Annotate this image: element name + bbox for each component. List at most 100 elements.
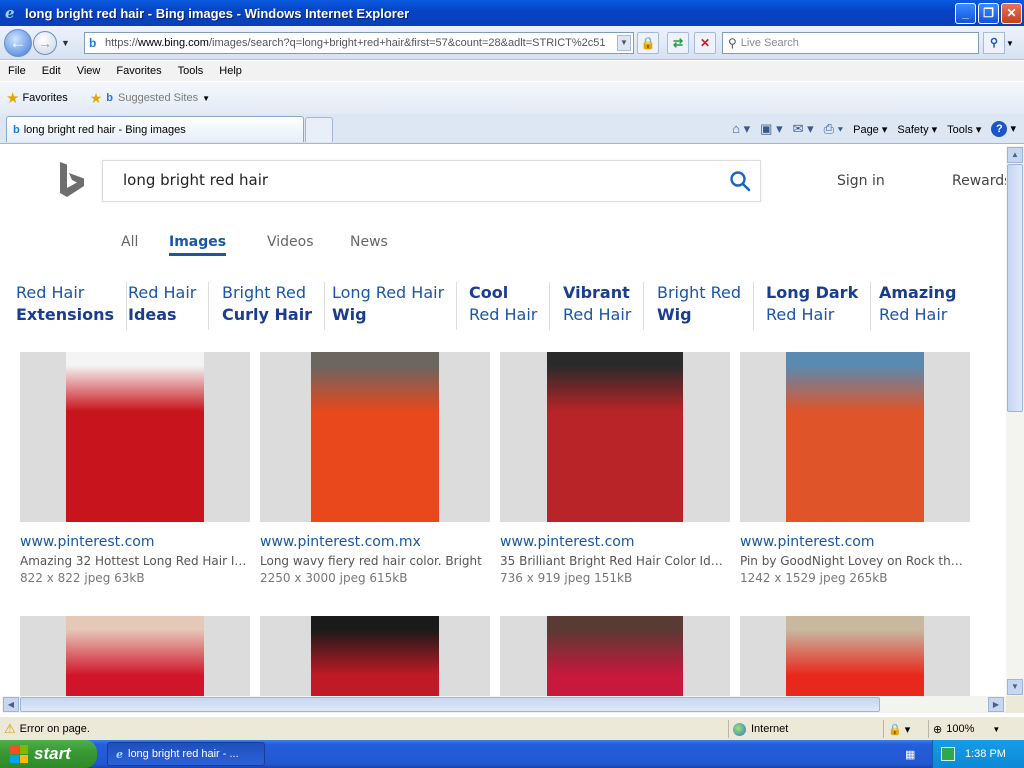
feeds-icon[interactable]: ▣ ▾ (760, 121, 782, 137)
refresh-button[interactable]: ⇄ (667, 32, 689, 54)
image-thumbnail[interactable] (740, 616, 970, 696)
scroll-down-icon[interactable]: ▼ (1007, 679, 1023, 695)
back-button[interactable]: ← (4, 29, 32, 57)
related-search-item[interactable]: Long Red Hair Wig (332, 282, 458, 330)
related-search-line-2: Red Hair (879, 305, 948, 324)
favorites-button[interactable]: Favorites (22, 92, 67, 104)
windows-flag-icon (10, 745, 28, 763)
security-zone[interactable]: Internet (728, 720, 882, 738)
tools-menu[interactable]: Tools ▾ (947, 123, 981, 136)
image-source-link[interactable]: www.pinterest.com (500, 534, 634, 550)
help-icon: ? (991, 121, 1008, 137)
home-icon[interactable]: ⌂ ▾ (732, 121, 750, 137)
image-meta: 736 x 919 jpeg 151kB (500, 571, 633, 585)
forward-button[interactable]: → (33, 31, 57, 55)
zoom-control[interactable]: ⊕ 100% ▼ (928, 720, 1022, 738)
search-button[interactable]: ⚲ (983, 32, 1005, 54)
related-search-item[interactable]: Cool Red Hair (469, 282, 551, 330)
close-button[interactable]: ✕ (1001, 3, 1022, 24)
related-search-item[interactable]: Bright Red Wig (657, 282, 755, 330)
keyboard-icon[interactable]: ▦ (905, 748, 915, 761)
minimize-button[interactable]: _ (955, 3, 976, 24)
image-thumbnail[interactable] (500, 616, 730, 696)
image-thumbnail[interactable] (260, 616, 490, 696)
tab-videos[interactable]: Videos (267, 234, 314, 250)
help-menu[interactable]: ? ▾ (991, 121, 1016, 137)
sign-in-link[interactable]: Sign in (837, 173, 885, 189)
scroll-up-icon[interactable]: ▲ (1007, 147, 1023, 163)
menu-help[interactable]: Help (211, 65, 250, 77)
scroll-left-icon[interactable]: ◀ (3, 697, 19, 712)
related-search-item[interactable]: Red Hair Extensions (16, 282, 128, 330)
taskbar-item-ie[interactable]: e long bright red hair - ... (107, 742, 265, 766)
bing-logo[interactable] (58, 162, 86, 198)
tab-title: long bright red hair - Bing images (23, 123, 186, 136)
image-meta: 822 x 822 jpeg 63kB (20, 571, 145, 585)
related-search-item[interactable]: Bright Red Curly Hair (222, 282, 326, 330)
image-source-link[interactable]: www.pinterest.com.mx (260, 534, 421, 550)
recent-pages-dropdown-icon[interactable]: ▼ (61, 38, 70, 48)
clock[interactable]: 1:38 PM (965, 748, 1006, 760)
image-thumbnail[interactable] (260, 352, 490, 522)
live-search-box[interactable]: ⚲ Live Search (722, 32, 979, 54)
menu-edit[interactable]: Edit (34, 65, 69, 77)
image-thumbnail[interactable] (20, 352, 250, 522)
scroll-right-icon[interactable]: ▶ (988, 697, 1004, 712)
menu-favorites[interactable]: Favorites (108, 65, 169, 77)
related-search-line-2: Wig (332, 305, 367, 324)
system-tray: 1:38 PM (932, 740, 1024, 768)
warning-icon[interactable]: ⚠ (4, 721, 16, 737)
status-text[interactable]: Error on page. (20, 723, 90, 735)
mail-icon[interactable]: ✉ ▾ (793, 121, 814, 137)
maximize-button[interactable]: ❐ (978, 3, 999, 24)
tab-news[interactable]: News (350, 234, 388, 250)
address-url: https://www.bing.com/images/search?q=lon… (105, 37, 606, 49)
image-source-link[interactable]: www.pinterest.com (740, 534, 874, 550)
hair-photo (786, 616, 924, 696)
horizontal-scroll-thumb[interactable] (20, 697, 880, 712)
related-search-item[interactable]: Vibrant Red Hair (563, 282, 645, 330)
tab-active[interactable]: b long bright red hair - Bing images (6, 116, 304, 142)
menu-view[interactable]: View (69, 65, 109, 77)
zoom-icon: ⊕ (933, 723, 943, 736)
rewards-link[interactable]: Rewards (952, 173, 1006, 189)
start-button[interactable]: start (0, 740, 97, 768)
vertical-scroll-thumb[interactable] (1007, 164, 1023, 412)
search-icon[interactable] (728, 169, 752, 193)
favorites-star-icon: ★ (6, 90, 20, 107)
tab-all[interactable]: All (121, 234, 138, 250)
address-bar[interactable]: b https://www.bing.com/images/search?q=l… (84, 32, 634, 54)
image-thumbnail[interactable] (20, 616, 250, 696)
suggested-sites-dropdown-icon[interactable]: ▼ (202, 94, 210, 103)
menu-file[interactable]: File (0, 65, 34, 77)
tab-images[interactable]: Images (169, 234, 227, 256)
bing-search-box[interactable]: long bright red hair (102, 160, 761, 202)
add-favorite-icon[interactable]: ★ (90, 90, 103, 107)
search-options-dropdown-icon[interactable]: ▼ (1006, 39, 1014, 48)
address-dropdown-icon[interactable]: ▼ (617, 35, 631, 51)
navigation-bar: ← → ▼ b https://www.bing.com/images/sear… (0, 26, 1024, 60)
image-description: Long wavy fiery red hair color. Bright (260, 554, 482, 568)
related-search-line-1: Long Dark (766, 283, 859, 302)
image-thumbnail[interactable] (740, 352, 970, 522)
network-tray-icon[interactable] (941, 747, 955, 761)
related-search-item[interactable]: Amazing Red Hair (879, 282, 969, 326)
suggested-sites-link[interactable]: Suggested Sites (118, 92, 198, 104)
protected-mode[interactable]: 🔒 ▾ (883, 720, 927, 738)
vertical-scrollbar[interactable]: ▲ ▼ (1006, 146, 1024, 696)
stop-button[interactable]: ✕ (694, 32, 716, 54)
security-lock-icon[interactable]: 🔒 (637, 32, 659, 54)
related-search-line-1: Red Hair (128, 283, 197, 302)
new-tab-button[interactable] (305, 117, 333, 142)
related-search-item[interactable]: Red Hair Ideas (128, 282, 210, 330)
menu-tools[interactable]: Tools (170, 65, 212, 77)
related-search-item[interactable]: Long Dark Red Hair (766, 282, 872, 330)
safety-menu[interactable]: Safety ▾ (897, 123, 937, 136)
zoom-dropdown-icon[interactable]: ▼ (992, 725, 1000, 734)
page-menu[interactable]: Page ▾ (853, 123, 887, 136)
image-thumbnail[interactable] (500, 352, 730, 522)
image-description: Pin by GoodNight Lovey on Rock the Color (740, 554, 970, 568)
print-icon[interactable]: ⎙ ▾ (824, 121, 843, 137)
horizontal-scrollbar[interactable]: ◀ ▶ (2, 696, 1006, 713)
image-source-link[interactable]: www.pinterest.com (20, 534, 154, 550)
